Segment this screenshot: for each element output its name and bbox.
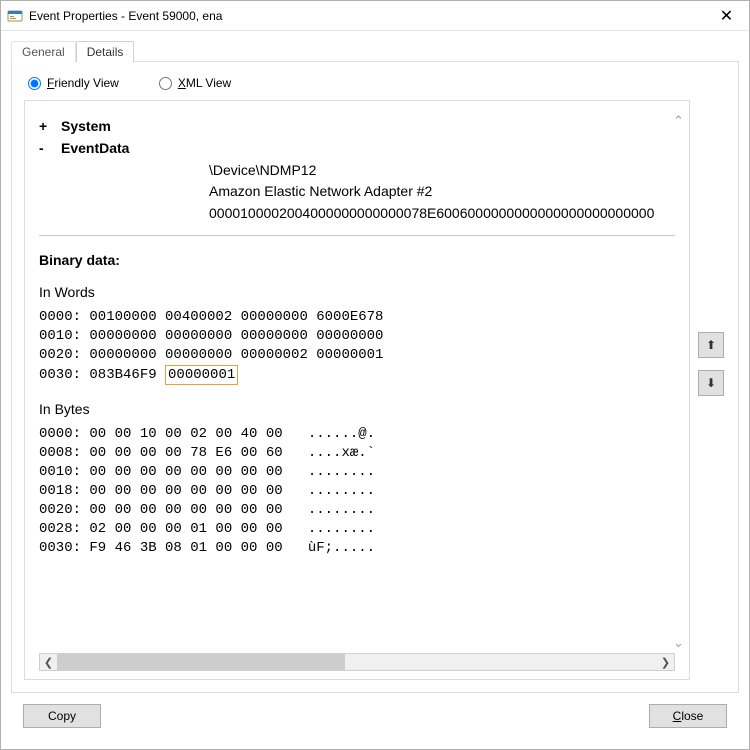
- radio-xml-input[interactable]: [159, 77, 172, 90]
- arrow-up-icon: ⬆: [706, 338, 716, 352]
- tree-node-label: EventData: [61, 137, 129, 159]
- hex-words-block: 0000: 00100000 00400002 00000000 6000E67…: [39, 308, 675, 386]
- tree-node-label: System: [61, 115, 111, 137]
- eventdata-hex: 0000100002004000000000000078E60060000000…: [209, 203, 675, 225]
- radio-friendly-label: Friendly View: [47, 76, 119, 90]
- dialog-content: General Details Friendly View XML View: [1, 31, 749, 749]
- close-button-label: Close: [673, 709, 704, 723]
- inner-wrap: ⌃ ⌄ + System - EventData: [24, 100, 726, 680]
- eventdata-adapter: Amazon Elastic Network Adapter #2: [209, 181, 675, 203]
- details-panel: Friendly View XML View ⌃ ⌄ +: [11, 61, 739, 693]
- horizontal-scrollbar[interactable]: ❮ ❯: [39, 653, 675, 671]
- tree-node-eventdata[interactable]: - EventData: [39, 137, 675, 159]
- eventdata-device: \Device\NDMP12: [209, 160, 675, 182]
- eventdata-values: \Device\NDMP12 Amazon Elastic Network Ad…: [209, 160, 675, 225]
- scroll-right-button[interactable]: ❯: [657, 654, 674, 670]
- caret-down-icon: ⌄: [673, 635, 685, 651]
- tree-node-system[interactable]: + System: [39, 115, 675, 137]
- next-event-button[interactable]: ⬇: [698, 370, 724, 396]
- expander-icon[interactable]: -: [39, 137, 51, 159]
- highlighted-word: 00000001: [165, 365, 238, 386]
- view-mode-radios: Friendly View XML View: [24, 74, 726, 100]
- caret-up-icon: ⌃: [673, 113, 685, 129]
- hex-bytes-block: 0000: 00 00 10 00 02 00 40 00 ......@. 0…: [39, 425, 675, 557]
- titlebar: Event Properties - Event 59000, ena ✕: [1, 1, 749, 31]
- radio-xml-label: XML View: [178, 76, 231, 90]
- scrollbar-thumb[interactable]: [57, 654, 345, 670]
- prev-event-button[interactable]: ⬆: [698, 332, 724, 358]
- tab-label: General: [22, 45, 65, 59]
- scrollbar-track[interactable]: [57, 654, 657, 670]
- event-tree: + System - EventData: [39, 115, 675, 160]
- vertical-scroll-hint[interactable]: ⌃ ⌄: [673, 113, 685, 651]
- scroll-left-button[interactable]: ❮: [40, 654, 57, 670]
- arrow-down-icon: ⬇: [706, 376, 716, 390]
- dialog-footer: Copy Close: [11, 693, 739, 739]
- event-properties-window: Event Properties - Event 59000, ena ✕ Ge…: [0, 0, 750, 750]
- close-button[interactable]: Close: [649, 704, 727, 728]
- chevron-right-icon: ❯: [661, 656, 670, 669]
- window-close-button[interactable]: ✕: [704, 1, 749, 31]
- radio-xml-view[interactable]: XML View: [159, 76, 231, 90]
- tab-strip: General Details: [11, 39, 739, 61]
- radio-friendly-view[interactable]: Friendly View: [28, 76, 119, 90]
- chevron-left-icon: ❮: [44, 656, 53, 669]
- app-icon: [7, 8, 23, 24]
- tab-general[interactable]: General: [11, 41, 76, 62]
- window-title: Event Properties - Event 59000, ena: [29, 9, 704, 23]
- copy-button-label: Copy: [48, 709, 76, 723]
- in-words-label: In Words: [39, 284, 675, 300]
- event-detail-panel: ⌃ ⌄ + System - EventData: [24, 100, 690, 680]
- radio-friendly-input[interactable]: [28, 77, 41, 90]
- in-bytes-label: In Bytes: [39, 401, 675, 417]
- separator: [39, 235, 675, 236]
- close-icon: ✕: [720, 6, 733, 26]
- binary-data-heading: Binary data:: [39, 252, 675, 268]
- copy-button[interactable]: Copy: [23, 704, 101, 728]
- tab-details[interactable]: Details: [76, 41, 135, 62]
- nav-buttons: ⬆ ⬇: [698, 100, 726, 680]
- tab-label: Details: [87, 45, 124, 59]
- expander-icon[interactable]: +: [39, 115, 51, 137]
- hex-words-last-prefix: 0030: 083B46F9: [39, 367, 165, 383]
- hex-words-lines: 0000: 00100000 00400002 00000000 6000E67…: [39, 309, 383, 363]
